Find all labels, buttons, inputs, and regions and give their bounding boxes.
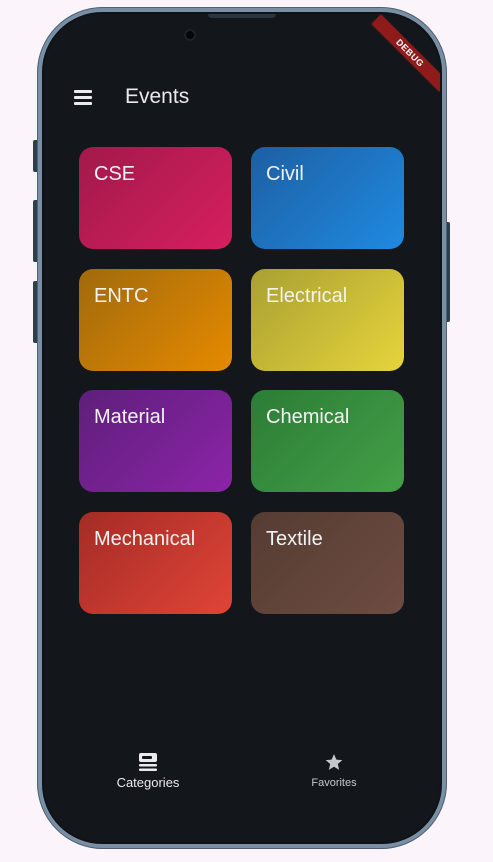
category-tile-mechanical[interactable]: Mechanical [79,512,232,614]
category-tile-material[interactable]: Material [79,390,232,492]
app-screen: DEBUG Events CSE Civil ENTC Electrical M… [44,14,440,842]
app-bar: Events [44,82,440,116]
nav-label-categories: Categories [116,775,180,790]
debug-banner: DEBUG [371,14,440,92]
category-icon [139,753,157,771]
category-tile-cse[interactable]: CSE [79,147,232,249]
bottom-navigation: Categories Favorites [44,752,440,802]
category-label: ENTC [94,285,149,307]
nav-tab-favorites[interactable]: Favorites [274,752,394,800]
category-tile-textile[interactable]: Textile [251,512,404,614]
speaker-grille [208,14,276,18]
nav-tab-categories[interactable]: Categories [88,752,208,800]
category-label: Electrical [266,285,348,307]
device-frame: DEBUG Events CSE Civil ENTC Electrical M… [0,0,493,862]
category-tile-entc[interactable]: ENTC [79,269,232,371]
category-label: Textile [266,528,323,550]
page-title: Events [125,85,190,108]
category-tile-electrical[interactable]: Electrical [251,269,404,371]
category-label: Material [94,406,166,428]
category-label: Mechanical [94,528,196,550]
category-label: CSE [94,163,136,185]
category-label: Civil [266,163,304,185]
menu-icon[interactable] [74,90,92,106]
category-tile-chemical[interactable]: Chemical [251,390,404,492]
front-camera [184,29,196,41]
star-icon [325,754,343,770]
category-label: Chemical [266,406,350,428]
nav-label-favorites: Favorites [311,777,357,789]
category-tile-civil[interactable]: Civil [251,147,404,249]
